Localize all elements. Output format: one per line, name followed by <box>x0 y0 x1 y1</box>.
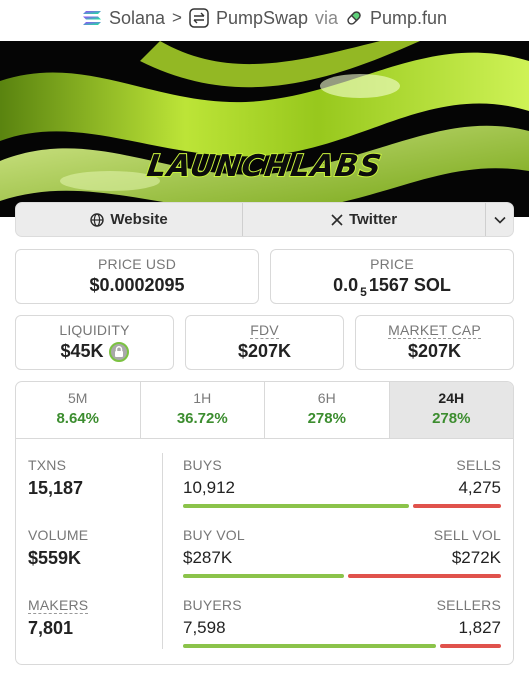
pill-icon <box>345 9 363 27</box>
sellers-label: SELLERS <box>436 597 501 613</box>
buys-sells-cell: BUYS SELLS 10,912 4,275 <box>183 457 501 508</box>
buy-sell-volume-cell: BUY VOL SELL VOL $287K $272K <box>183 527 501 578</box>
sell-vol-value: $272K <box>451 548 501 567</box>
social-links-bar: Website Twitter <box>15 202 514 237</box>
trading-stats-panel: 5M 8.64% 1H 36.72% 6H 278% 24H 278% TXNS… <box>15 381 514 665</box>
twitter-button[interactable]: Twitter <box>243 203 487 236</box>
liquidity-value: $45K <box>16 341 173 362</box>
banner-artwork <box>0 41 529 212</box>
market-cap-label[interactable]: MARKET CAP <box>388 322 481 339</box>
tab-24h-change: 278% <box>432 410 471 427</box>
solana-icon <box>82 10 102 26</box>
buy-vol-value: $287K <box>183 548 233 567</box>
tab-5m-change: 8.64% <box>56 410 100 427</box>
sell-vol-label: SELL VOL <box>433 527 501 543</box>
price-usd-amount: $0.0002095 <box>89 275 185 295</box>
fdv-label[interactable]: FDV <box>250 322 279 339</box>
sells-bar-fill <box>412 504 501 508</box>
tab-6h[interactable]: 6H 278% <box>265 382 390 438</box>
stats-grid: TXNS 15,187 BUYS SELLS 10,912 4,275 VOLU… <box>16 439 513 664</box>
stats-divider <box>162 453 163 649</box>
tab-1h-change: 36.72% <box>176 410 228 427</box>
tab-5m-label: 5M <box>68 390 88 406</box>
chevron-down-icon <box>493 216 506 224</box>
txns-cell: TXNS 15,187 <box>28 457 83 499</box>
price-usd-label: PRICE USD <box>97 256 177 272</box>
buyers-bar-fill <box>183 644 437 648</box>
market-cap-amount: $207K <box>407 341 462 361</box>
txns-value: 15,187 <box>28 478 84 498</box>
buys-sells-bar <box>183 504 501 508</box>
price-sol-zero-count: 5 <box>360 285 367 299</box>
makers-cell: MAKERS 7,801 <box>28 597 89 639</box>
fdv-card: FDV $207K <box>185 315 344 370</box>
buyers-sellers-cell: BUYERS SELLERS 7,598 1,827 <box>183 597 501 648</box>
sells-value: 4,275 <box>458 478 501 497</box>
price-sol-unit: SOL <box>413 275 451 295</box>
buys-bar-fill <box>183 504 409 508</box>
token-banner: LAUNCHLABS <box>0 41 529 217</box>
price-sol-prefix: 0.0 <box>333 275 359 295</box>
liquidity-card: LIQUIDITY $45K <box>15 315 174 370</box>
price-sol-card: PRICE 0.0 5 1567 SOL <box>270 249 514 304</box>
sell-vol-bar-fill <box>348 574 501 578</box>
makers-label[interactable]: MAKERS <box>28 597 89 614</box>
tab-1h-label: 1H <box>193 390 212 406</box>
price-usd-value: $0.0002095 <box>16 275 258 296</box>
breadcrumb-separator: > <box>172 8 182 27</box>
website-button[interactable]: Website <box>16 203 244 236</box>
x-logo-icon <box>331 213 343 226</box>
breadcrumb-chain[interactable]: Solana <box>109 8 165 29</box>
makers-value: 7,801 <box>28 618 74 638</box>
breadcrumb: Solana > PumpSwap via Pump.fun <box>0 0 529 36</box>
volume-bar <box>183 574 501 578</box>
volume-cell: VOLUME $559K <box>28 527 88 569</box>
price-sol-label: PRICE <box>370 256 414 272</box>
breadcrumb-via: via <box>315 7 339 28</box>
tab-24h-label: 24H <box>438 390 465 406</box>
buys-value: 10,912 <box>183 478 235 497</box>
fdv-label-wrap: FDV <box>186 322 343 339</box>
liquidity-label: LIQUIDITY <box>59 322 130 338</box>
timeframe-tabs: 5M 8.64% 1H 36.72% 6H 278% 24H 278% <box>16 382 513 439</box>
price-sol-value: 0.0 5 1567 SOL <box>271 275 513 299</box>
buy-vol-bar-fill <box>183 574 345 578</box>
breadcrumb-dex[interactable]: PumpSwap <box>216 8 308 29</box>
twitter-label: Twitter <box>349 211 398 228</box>
buyers-label: BUYERS <box>183 597 242 613</box>
tab-5m[interactable]: 5M 8.64% <box>16 382 141 438</box>
sellers-bar-fill <box>440 644 501 648</box>
buys-label: BUYS <box>183 457 222 473</box>
price-usd-card: PRICE USD $0.0002095 <box>15 249 259 304</box>
more-links-button[interactable] <box>486 203 513 236</box>
tab-24h[interactable]: 24H 278% <box>389 382 513 438</box>
tab-1h[interactable]: 1H 36.72% <box>141 382 265 438</box>
makers-bar <box>183 644 501 648</box>
liquidity-amount: $45K <box>60 341 104 361</box>
fdv-value: $207K <box>186 341 343 362</box>
banner-brand-text: LAUNCHLABS <box>144 148 385 185</box>
sells-label: SELLS <box>456 457 501 473</box>
fdv-amount: $207K <box>237 341 292 361</box>
sellers-value: 1,827 <box>458 618 501 637</box>
lock-icon[interactable] <box>108 341 129 362</box>
txns-label: TXNS <box>28 457 67 473</box>
market-cap-label-wrap: MARKET CAP <box>356 322 513 339</box>
market-cap-card: MARKET CAP $207K <box>355 315 514 370</box>
breadcrumb-launchpad[interactable]: Pump.fun <box>370 8 447 29</box>
buyers-value: 7,598 <box>183 618 226 637</box>
tab-6h-change: 278% <box>307 410 346 427</box>
globe-icon <box>90 212 105 227</box>
tab-6h-label: 6H <box>317 390 336 406</box>
market-cap-value: $207K <box>356 341 513 362</box>
website-label: Website <box>110 211 168 228</box>
price-sol-digits: 1567 <box>368 275 409 295</box>
buy-vol-label: BUY VOL <box>183 527 245 543</box>
volume-value: $559K <box>28 548 82 568</box>
volume-label: VOLUME <box>28 527 89 543</box>
pumpswap-icon <box>189 8 209 28</box>
